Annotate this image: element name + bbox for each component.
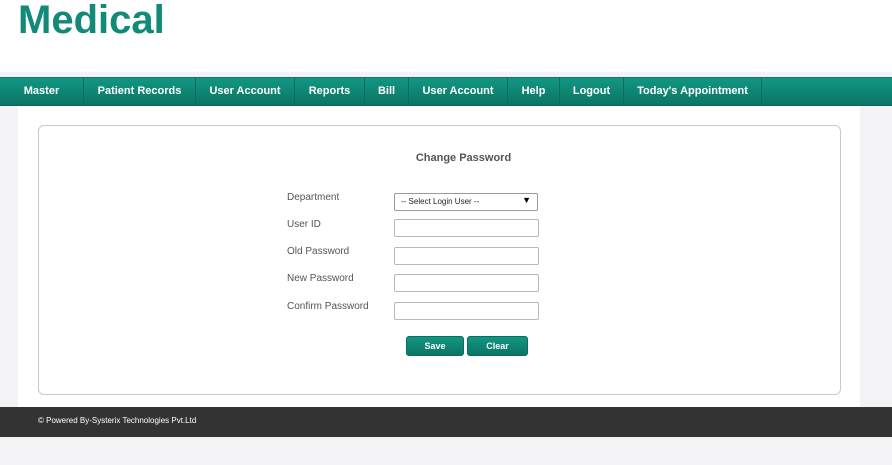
- footer-copyright: © Powered By-Systerix Technologies Pvt.L…: [38, 416, 197, 425]
- logo: Medical: [18, 0, 165, 42]
- department-selected-value: -- Select Login User --: [401, 197, 480, 206]
- confirm-password-field[interactable]: [394, 302, 539, 320]
- department-label: Department: [287, 192, 340, 203]
- new-password-label: New Password: [287, 273, 354, 284]
- nav-item-todays-appointment[interactable]: Today's Appointment: [624, 78, 762, 105]
- user-id-field[interactable]: [394, 219, 539, 237]
- nav-item-bill[interactable]: Bill: [365, 78, 409, 105]
- confirm-password-label: Confirm Password: [287, 301, 369, 312]
- old-password-label: Old Password: [287, 246, 350, 257]
- clear-button[interactable]: Clear: [467, 336, 528, 356]
- nav-item-reports[interactable]: Reports: [295, 78, 365, 105]
- department-select[interactable]: -- Select Login User -- ▼: [394, 193, 538, 211]
- user-id-label: User ID: [287, 219, 321, 230]
- change-password-panel: Change Password Department -- Select Log…: [38, 125, 841, 395]
- old-password-field[interactable]: [394, 247, 539, 265]
- form-title: Change Password: [415, 152, 512, 164]
- new-password-field[interactable]: [394, 274, 539, 292]
- nav-item-master[interactable]: Master: [0, 78, 84, 105]
- nav-item-user-account-2[interactable]: User Account: [409, 78, 508, 105]
- main-nav: Master Patient Records User Account Repo…: [0, 77, 892, 106]
- nav-item-help[interactable]: Help: [508, 78, 560, 105]
- nav-item-logout[interactable]: Logout: [560, 78, 624, 105]
- main-content: Change Password Department -- Select Log…: [18, 106, 860, 407]
- footer: © Powered By-Systerix Technologies Pvt.L…: [0, 407, 892, 437]
- save-button[interactable]: Save: [406, 336, 464, 356]
- dropdown-arrow-icon: ▼: [522, 195, 531, 205]
- nav-item-user-account[interactable]: User Account: [196, 78, 295, 105]
- nav-item-patient-records[interactable]: Patient Records: [84, 78, 196, 105]
- header: Medical: [0, 0, 892, 72]
